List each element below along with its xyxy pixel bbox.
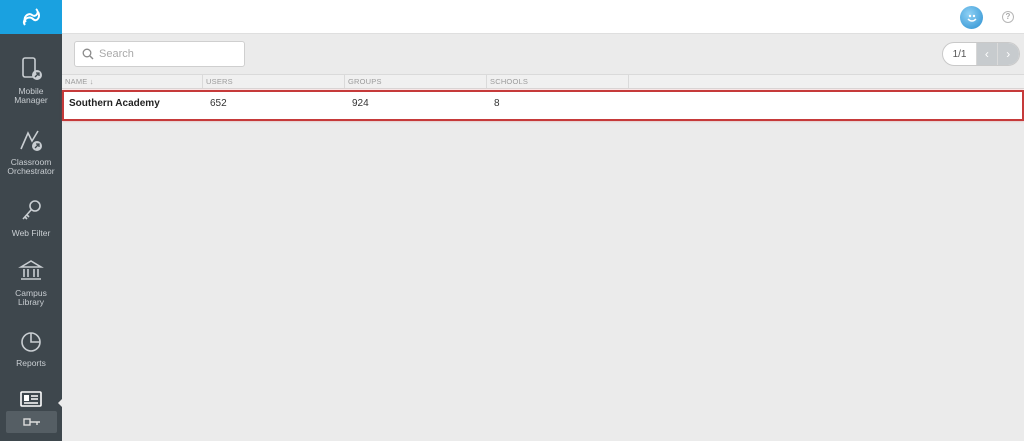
classroom-orchestrator-icon [16,126,46,154]
nav-sub-item[interactable] [6,411,57,433]
row-highlight-outline [62,90,1024,121]
search-icon [82,48,94,60]
id-card-icon [16,389,46,409]
nav-web-filter-label: Web Filter [11,228,51,238]
app: Mobile Manager Classroom Orchestrator We… [0,0,1024,441]
app-logo[interactable] [0,0,62,34]
toolbar: 1/1 ‹ › [62,34,1024,74]
nav-campus-library-label-2: Library [18,297,44,307]
key-icon [16,197,46,225]
user-avatar[interactable] [960,6,983,29]
nav-classroom-orchestrator[interactable]: Classroom Orchestrator [0,126,62,176]
help-icon[interactable]: ? [1002,11,1014,23]
column-header-schools[interactable]: SCHOOLS [487,75,629,89]
nav-mobile-manager-label-2: Manager [14,95,48,105]
column-header-name[interactable]: NAME ↓ [62,75,203,89]
sidebar: Mobile Manager Classroom Orchestrator We… [0,0,63,441]
search-input[interactable] [99,48,239,60]
pie-chart-icon [16,327,46,355]
page-count: 1/1 [952,48,967,60]
prev-page-button[interactable]: ‹ [976,43,998,65]
logo-icon [23,8,41,26]
nav-reports-label: Reports [16,358,46,368]
search-box[interactable] [74,41,245,67]
nav-classroom-orchestrator-label-2: Orchestrator [7,166,55,176]
nav-campus-library[interactable]: Campus Library [0,257,62,307]
pagination: 1/1 ‹ › [942,42,1020,66]
nav-mobile-manager[interactable]: Mobile Manager [0,55,62,105]
nav-active-section[interactable] [0,389,62,413]
top-header: ? [62,0,1024,34]
mobile-manager-icon [16,55,46,83]
column-header-users[interactable]: USERS [203,75,345,89]
library-icon [16,257,46,285]
table-header: NAME ↓ USERS GROUPS SCHOOLS [62,74,1024,89]
smiley-icon [966,14,977,22]
key-small-icon [22,418,40,426]
nav-reports[interactable]: Reports [0,327,62,368]
nav-web-filter[interactable]: Web Filter [0,197,62,238]
column-header-groups[interactable]: GROUPS [345,75,487,89]
organizations-table: NAME ↓ USERS GROUPS SCHOOLS Southern Aca… [62,74,1024,121]
active-nav-indicator [58,398,63,408]
next-page-button[interactable]: › [997,43,1019,65]
